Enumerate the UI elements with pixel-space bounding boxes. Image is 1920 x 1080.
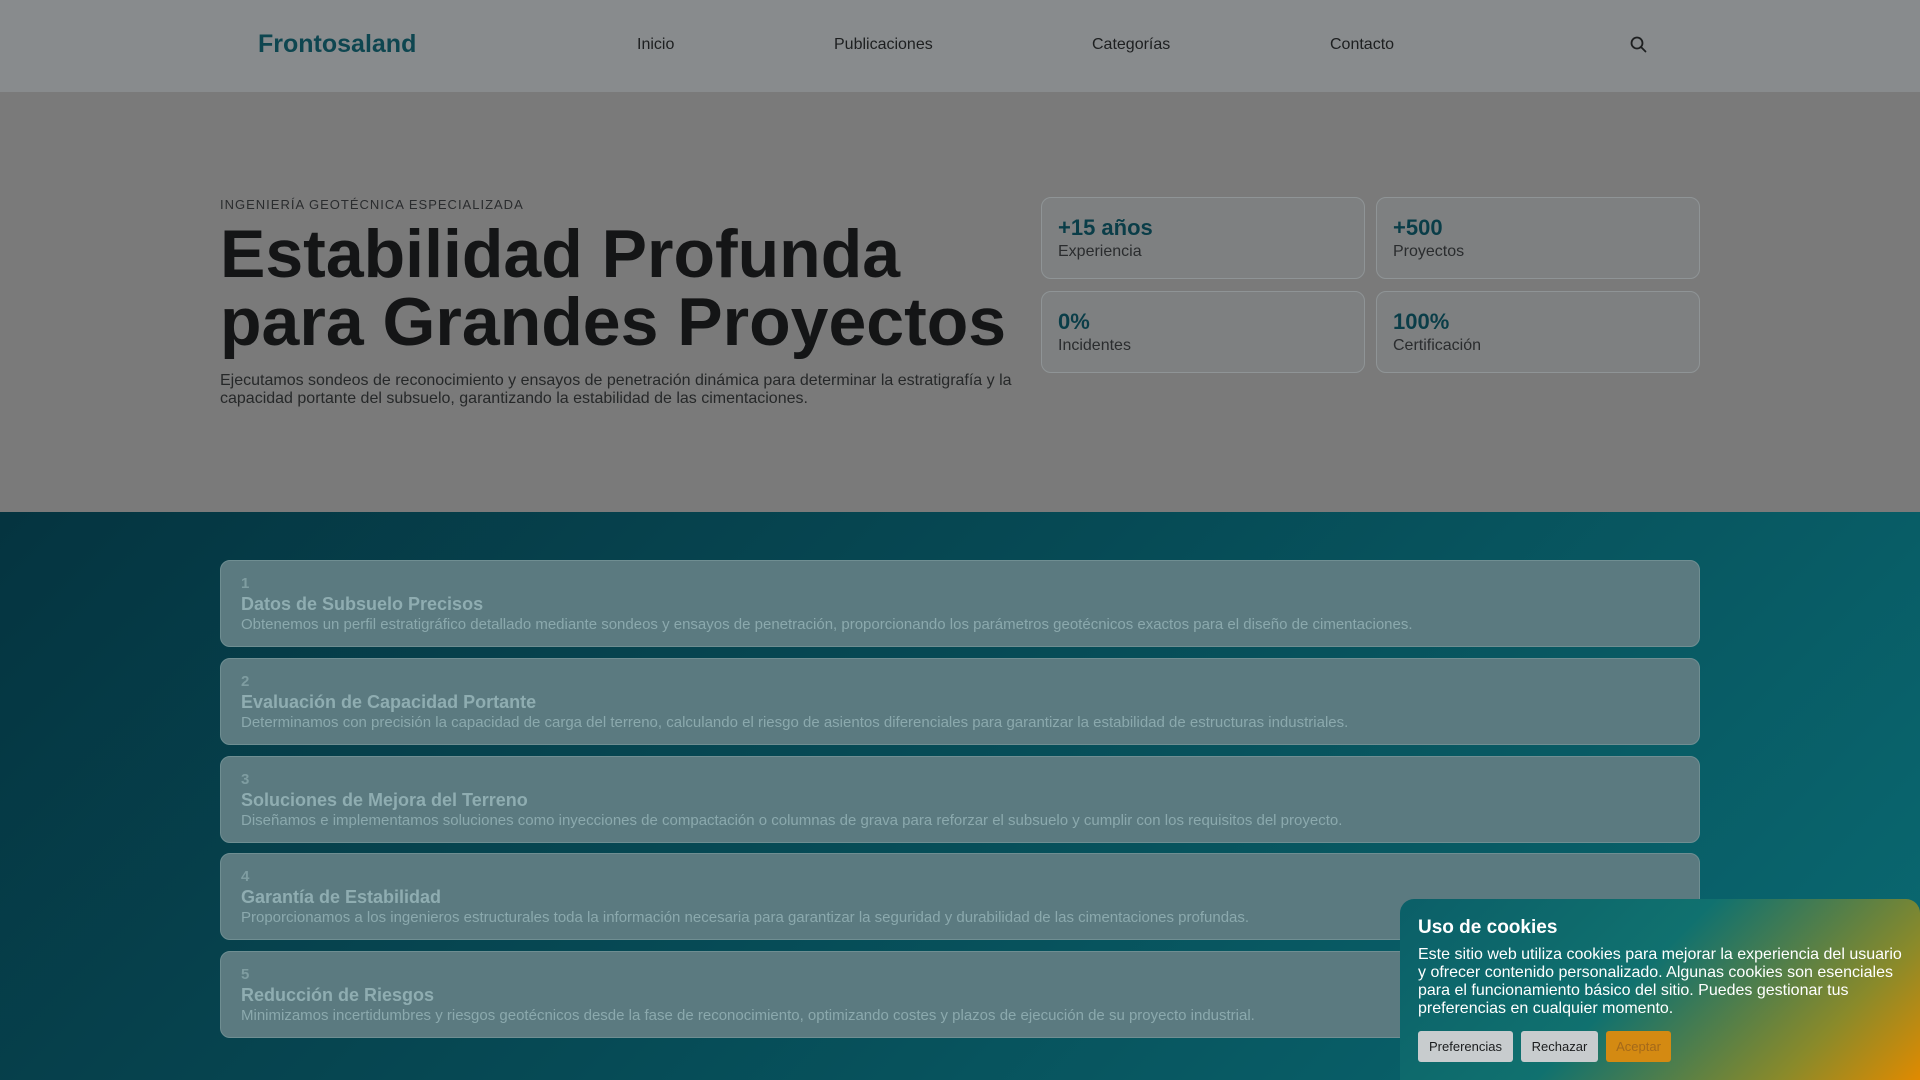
stat-card-certificacion: 100% Certificación [1376, 291, 1700, 373]
feature-number: 2 [241, 673, 250, 690]
nav-categorias[interactable]: Categorías [1092, 36, 1170, 54]
stat-value: 100% [1393, 309, 1450, 334]
stat-label: Proyectos [1393, 243, 1465, 260]
stat-value: +500 [1393, 215, 1443, 240]
feature-card: 3 Soluciones de Mejora del Terreno Diseñ… [220, 756, 1700, 843]
hero-eyebrow: INGENIERÍA GEOTÉCNICA ESPECIALIZADA [220, 197, 524, 212]
feature-title: Evaluación de Capacidad Portante [241, 692, 537, 712]
feature-title: Soluciones de Mejora del Terreno [241, 790, 528, 810]
stat-value: +15 años [1058, 215, 1153, 240]
cookie-reject-button[interactable]: Rechazar [1521, 1031, 1598, 1062]
feature-title: Reducción de Riesgos [241, 985, 435, 1005]
nav-publicaciones[interactable]: Publicaciones [834, 36, 933, 54]
cookie-banner: Uso de cookies Este sitio web utiliza co… [1400, 899, 1920, 1080]
feature-number: 5 [241, 966, 250, 983]
stat-label: Experiencia [1058, 243, 1142, 260]
cookie-accept-button[interactable]: Aceptar [1606, 1031, 1671, 1062]
feature-title: Garantía de Estabilidad [241, 887, 442, 907]
feature-number: 1 [241, 575, 250, 592]
feature-description: Minimizamos incertidumbres y riesgos geo… [241, 1007, 1255, 1024]
cookie-title: Uso de cookies [1418, 917, 1558, 938]
feature-number: 3 [241, 771, 250, 788]
stat-card-incidentes: 0% Incidentes [1041, 291, 1365, 373]
site-header: Frontosaland Inicio Publicaciones Catego… [0, 0, 1920, 92]
feature-description: Proporcionamos a los ingenieros estructu… [241, 909, 1250, 926]
hero-title-line2: para Grandes Proyectos [220, 284, 1007, 360]
stat-card-proyectos: +500 Proyectos [1376, 197, 1700, 279]
stat-label: Certificación [1393, 337, 1482, 354]
feature-card: 1 Datos de Subsuelo Precisos Obtenemos u… [220, 560, 1700, 647]
feature-title: Datos de Subsuelo Precisos [241, 594, 484, 614]
cookie-preferences-button[interactable]: Preferencias [1418, 1031, 1513, 1062]
feature-number: 4 [241, 868, 250, 885]
hero-description: Ejecutamos sondeos de reconocimiento y e… [220, 372, 1012, 407]
stat-label: Incidentes [1058, 337, 1131, 354]
hero-title-line1: Estabilidad Profunda [220, 216, 901, 292]
search-icon[interactable] [1628, 34, 1650, 56]
feature-card: 2 Evaluación de Capacidad Portante Deter… [220, 658, 1700, 745]
feature-description: Obtenemos un perfil estratigráfico detal… [241, 616, 1413, 633]
nav-contacto[interactable]: Contacto [1330, 36, 1394, 54]
cookie-text: Este sitio web utiliza cookies para mejo… [1418, 946, 1902, 1017]
stat-value: 0% [1058, 309, 1090, 334]
brand-logo[interactable]: Frontosaland [258, 30, 416, 59]
hero-section: INGENIERÍA GEOTÉCNICA ESPECIALIZADA Esta… [0, 92, 1920, 512]
hero-title: Estabilidad Profunda para Grandes Proyec… [220, 220, 1040, 356]
stat-card-experiencia: +15 años Experiencia [1041, 197, 1365, 279]
nav-inicio[interactable]: Inicio [637, 36, 674, 54]
feature-description: Determinamos con precisión la capacidad … [241, 714, 1349, 731]
feature-description: Diseñamos e implementamos soluciones com… [241, 812, 1343, 829]
